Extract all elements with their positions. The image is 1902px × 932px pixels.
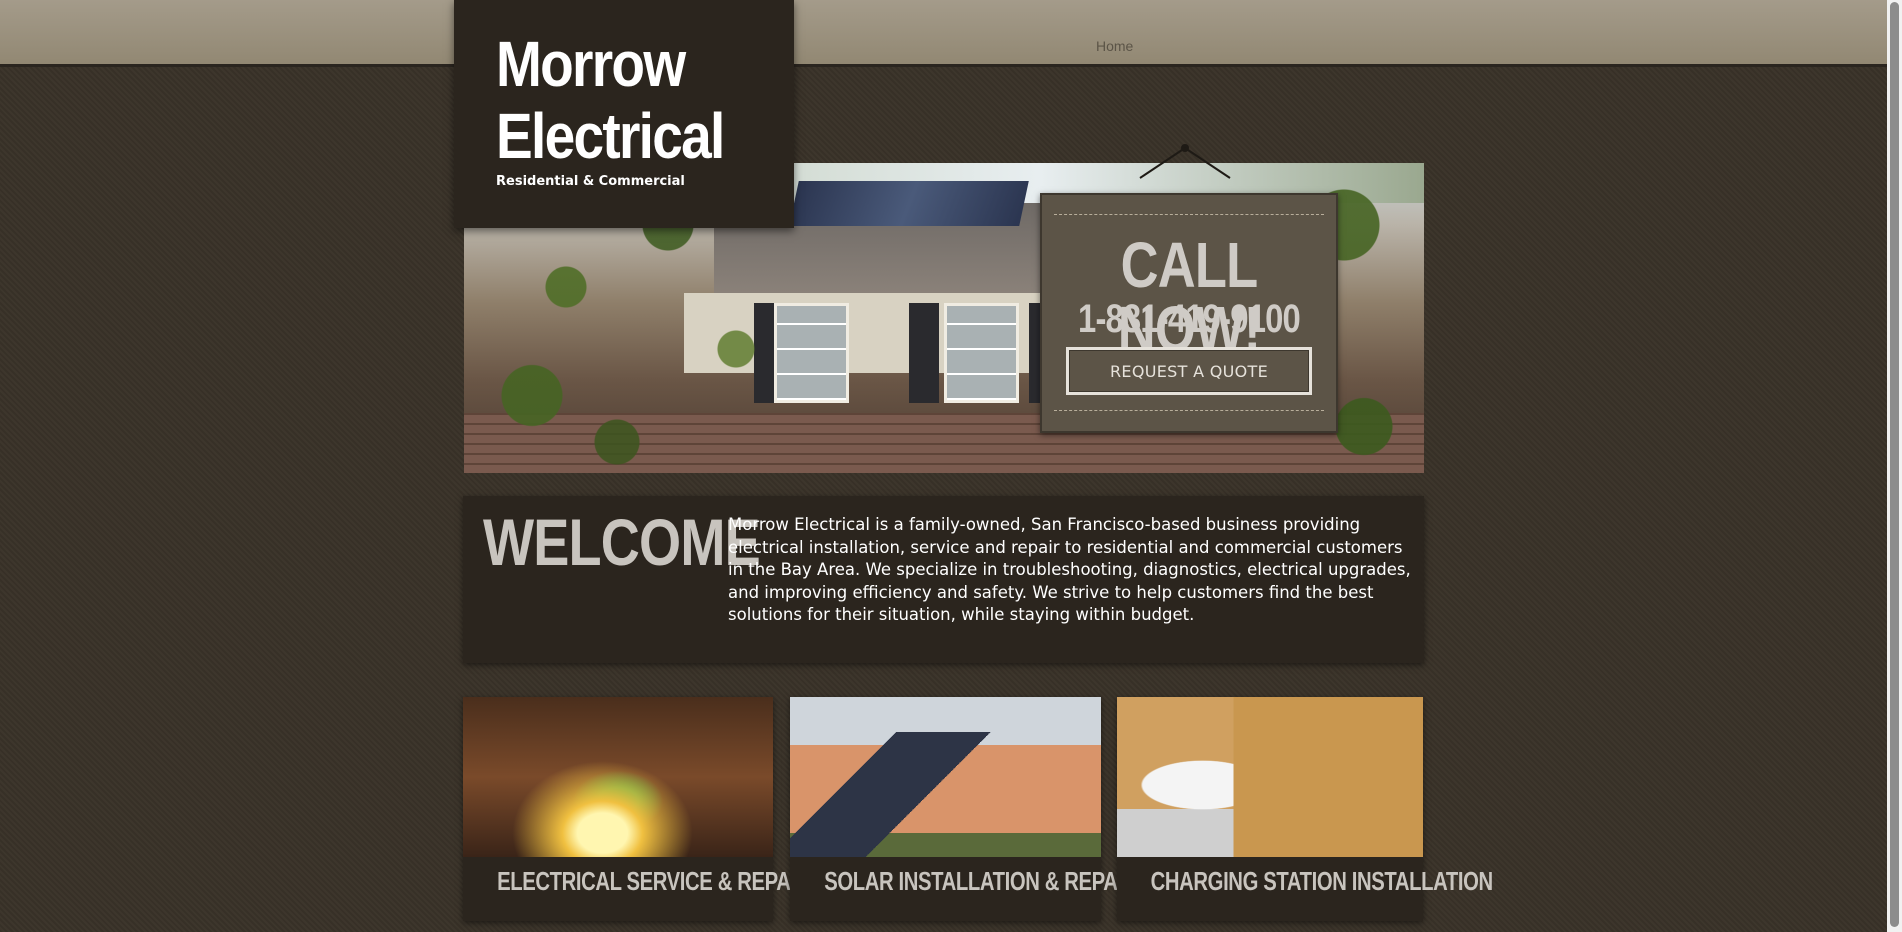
site-logo[interactable]: Morrow Electrical Residential & Commerci… <box>454 0 794 228</box>
site-title-line2: Electrical <box>496 100 725 172</box>
welcome-body: Morrow Electrical is a family-owned, San… <box>728 515 1411 624</box>
nav-link-home[interactable]: Home <box>1096 38 1133 54</box>
service-label[interactable]: ELECTRICAL SERVICE & REPAIR <box>497 865 810 897</box>
service-card-charging[interactable]: CHARGING STATION INSTALLATION <box>1117 697 1493 921</box>
divider <box>1054 410 1324 411</box>
service-label[interactable]: CHARGING STATION INSTALLATION <box>1151 865 1493 897</box>
request-quote-button[interactable]: REQUEST A QUOTE <box>1066 347 1312 395</box>
service-image-electrical[interactable] <box>463 697 773 857</box>
hero-solar-panels <box>789 181 1029 226</box>
welcome-heading: WELCOME <box>483 505 761 579</box>
scrollbar-thumb[interactable] <box>1890 2 1899 927</box>
welcome-section: WELCOME Morrow Electrical is a family-ow… <box>463 496 1424 663</box>
service-card-electrical[interactable]: ELECTRICAL SERVICE & REPAIR <box>463 697 810 921</box>
hero-window <box>944 303 1019 403</box>
service-label[interactable]: SOLAR INSTALLATION & REPAIR <box>824 865 1137 897</box>
service-image-charging[interactable] <box>1117 697 1423 857</box>
sign-hanger-icon <box>1139 144 1231 179</box>
service-image-solar[interactable] <box>790 697 1101 857</box>
phone-number[interactable]: 1-831-419-9100 <box>1068 297 1309 341</box>
service-card-solar[interactable]: SOLAR INSTALLATION & REPAIR <box>790 697 1137 921</box>
site-tagline: Residential & Commercial <box>496 174 685 189</box>
site-title-line1: Morrow <box>496 28 686 100</box>
top-nav-bar: Home <box>0 0 1887 67</box>
hero-shutter <box>909 303 939 403</box>
divider <box>1054 214 1324 215</box>
call-now-panel: CALL NOW! 1-831-419-9100 REQUEST A QUOTE <box>1040 193 1338 433</box>
vertical-scrollbar[interactable] <box>1887 0 1902 932</box>
